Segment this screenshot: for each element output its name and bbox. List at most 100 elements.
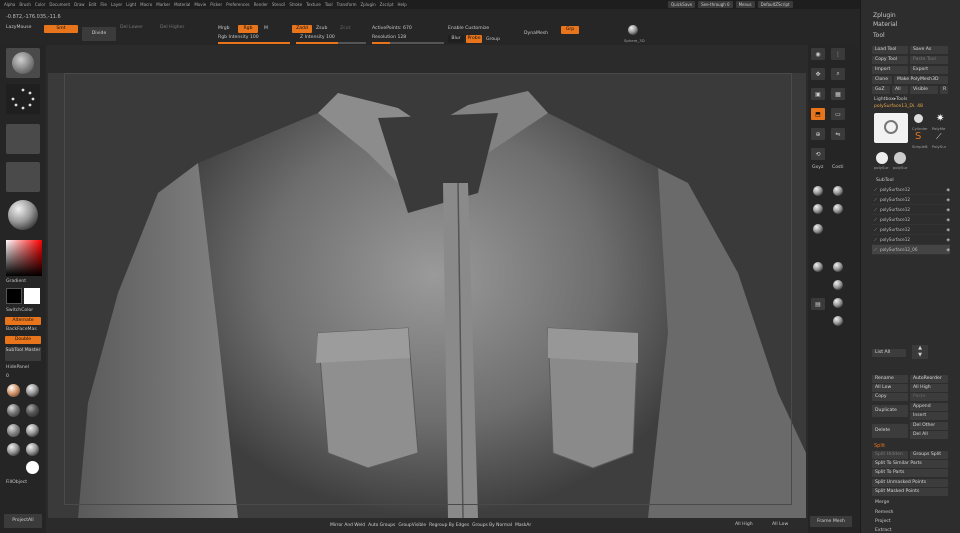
make-polymesh-button[interactable]: Make PolyMesh3D: [894, 76, 948, 84]
menu-item-draw[interactable]: Draw: [74, 2, 84, 7]
simplebrush-icon[interactable]: S: [915, 131, 921, 142]
menu-item-edit[interactable]: Edit: [89, 2, 97, 7]
split-unmasked-button[interactable]: Split Unmasked Points: [872, 479, 948, 487]
autoreorder-button[interactable]: AutoReorder: [910, 375, 948, 383]
polysur-thumb-icon-2[interactable]: [894, 152, 906, 164]
z-intensity-track[interactable]: [296, 42, 366, 44]
zadd-button[interactable]: Zadd: [292, 25, 312, 33]
hidepanel-label[interactable]: HidePanel: [6, 365, 29, 370]
del-higher-button[interactable]: Del Higher: [160, 25, 184, 30]
probe-button[interactable]: Probe: [466, 35, 482, 43]
material-sphere-icon[interactable]: [8, 200, 38, 230]
split-parts-button[interactable]: Split To Parts: [872, 469, 948, 477]
eye-icon[interactable]: ◉: [946, 197, 950, 202]
subtool-header[interactable]: SubTool: [876, 178, 894, 183]
bottom-all-high-button[interactable]: All High: [735, 522, 753, 527]
backface-mask-button[interactable]: BackFaceMas: [6, 327, 37, 332]
zoom-icon[interactable]: ⌕: [831, 68, 845, 80]
split-hidden-button[interactable]: Split Hidden: [872, 451, 908, 459]
top-right-item[interactable]: QuickSave: [668, 1, 696, 8]
polymesh-star-icon[interactable]: ✷: [936, 113, 944, 124]
enable-customize-button[interactable]: Enable Customize: [448, 26, 489, 31]
split-masked-button[interactable]: Split Masked Points: [872, 488, 948, 496]
paste-button[interactable]: Paste: [910, 393, 948, 401]
menu-item-marker[interactable]: Marker: [156, 2, 170, 7]
xyz-icon[interactable]: ⟲: [811, 148, 825, 160]
clone-button[interactable]: Clone: [872, 76, 892, 84]
texture-thumbnail[interactable]: [6, 162, 40, 192]
switchcolor-button[interactable]: SwitchColor: [6, 308, 33, 313]
extract-header[interactable]: Extract: [875, 528, 891, 533]
divide-button[interactable]: Divide: [82, 27, 116, 41]
copy-tool-button[interactable]: Copy Tool: [872, 56, 908, 64]
menu-item-color[interactable]: Color: [35, 2, 45, 7]
all-low-button[interactable]: All Low: [872, 384, 908, 392]
zsub-button[interactable]: Zsub: [316, 26, 327, 31]
menu-item-file[interactable]: File: [100, 2, 107, 7]
alternate-button[interactable]: Alternate: [5, 317, 41, 325]
rgb-button[interactable]: Rgb: [238, 25, 258, 33]
polyf-sphere-icon[interactable]: [833, 204, 843, 214]
current-tool-thumbnail[interactable]: [874, 113, 908, 143]
brush-thumbnail[interactable]: [6, 48, 40, 78]
metal-material-icon[interactable]: [7, 404, 20, 417]
menu-item-picker[interactable]: Picker: [210, 2, 222, 7]
load-tool-button[interactable]: Load Tool: [872, 46, 908, 54]
goz-r-button[interactable]: R: [940, 86, 948, 94]
scroll-icon[interactable]: ✥: [811, 68, 825, 80]
bpr-icon[interactable]: ◉: [811, 48, 825, 60]
goz-all-button[interactable]: All: [892, 86, 908, 94]
secondary-color-swatch[interactable]: [24, 288, 40, 304]
append-button[interactable]: Append: [910, 403, 948, 411]
delete-button[interactable]: Delete: [872, 424, 908, 438]
project-header[interactable]: Project: [875, 519, 891, 524]
all-high-button[interactable]: All High: [910, 384, 948, 392]
menu-item-preferences[interactable]: Preferences: [226, 2, 250, 7]
reflect-material-icon[interactable]: [7, 424, 20, 437]
lightbox-tools-link[interactable]: Lightbox▸Tools: [874, 97, 907, 102]
copy-button[interactable]: Copy: [872, 393, 908, 401]
resolution-track[interactable]: [372, 42, 444, 44]
subtool-row[interactable]: ⟋ polySurface12 ◉: [872, 195, 950, 205]
menu-item-macro[interactable]: Macro: [140, 2, 152, 7]
top-right-item[interactable]: DefaultZScript: [757, 1, 793, 8]
list-all-button[interactable]: List All: [872, 349, 906, 357]
bottom-shelf-item[interactable]: Auto Groups: [368, 523, 395, 528]
menu-item-zplugin[interactable]: Zplugin: [361, 2, 376, 7]
persp-icon[interactable]: ⬒: [811, 108, 825, 120]
spix-icon[interactable]: ⋮: [831, 48, 845, 60]
subtool-row[interactable]: ⟋ polySurface12 ◉: [872, 235, 950, 245]
sketch-material-icon[interactable]: [26, 443, 39, 456]
split-header[interactable]: Split: [874, 443, 885, 449]
color-picker[interactable]: [6, 240, 42, 276]
menu-item-light[interactable]: Light: [126, 2, 136, 7]
remesh-header[interactable]: Remesh: [875, 510, 893, 515]
eye-icon[interactable]: ◉: [946, 207, 950, 212]
split-similar-button[interactable]: Split To Similar Parts: [872, 460, 948, 468]
zplugin-palette-header[interactable]: Zplugin: [873, 12, 896, 19]
save-as-button[interactable]: Save As: [910, 46, 948, 54]
eye-icon[interactable]: ◉: [946, 247, 950, 252]
bottom-all-low-button[interactable]: All Low: [772, 522, 788, 527]
floor-icon[interactable]: ▭: [831, 108, 845, 120]
skin-material-icon[interactable]: [7, 384, 20, 397]
eye-icon[interactable]: ◉: [946, 227, 950, 232]
grp-button[interactable]: Grp: [561, 26, 579, 34]
group-button[interactable]: Group: [486, 37, 500, 42]
aahalf-icon[interactable]: ▦: [831, 88, 845, 100]
del-all-button[interactable]: Del All: [910, 431, 948, 439]
cylinder-tool-icon[interactable]: [914, 114, 923, 123]
bottom-shelf-item[interactable]: MaskAr: [515, 523, 531, 528]
top-right-item[interactable]: Menus: [735, 1, 755, 8]
basic-material-icon[interactable]: [26, 404, 39, 417]
menu-item-movie[interactable]: Movie: [194, 2, 206, 7]
menu-item-transform[interactable]: Transform: [337, 2, 357, 7]
xpose-sphere-icon[interactable]: [833, 280, 843, 290]
move-tool-icon[interactable]: [833, 298, 843, 308]
goz-visible-button[interactable]: Visible: [910, 86, 938, 94]
menu-item-render[interactable]: Render: [254, 2, 268, 7]
dynamesh-button[interactable]: DynaMesh: [524, 31, 548, 36]
eye-icon[interactable]: ◉: [946, 217, 950, 222]
primary-color-swatch[interactable]: [6, 288, 22, 304]
mrgb-button[interactable]: Mrgb: [218, 26, 230, 31]
